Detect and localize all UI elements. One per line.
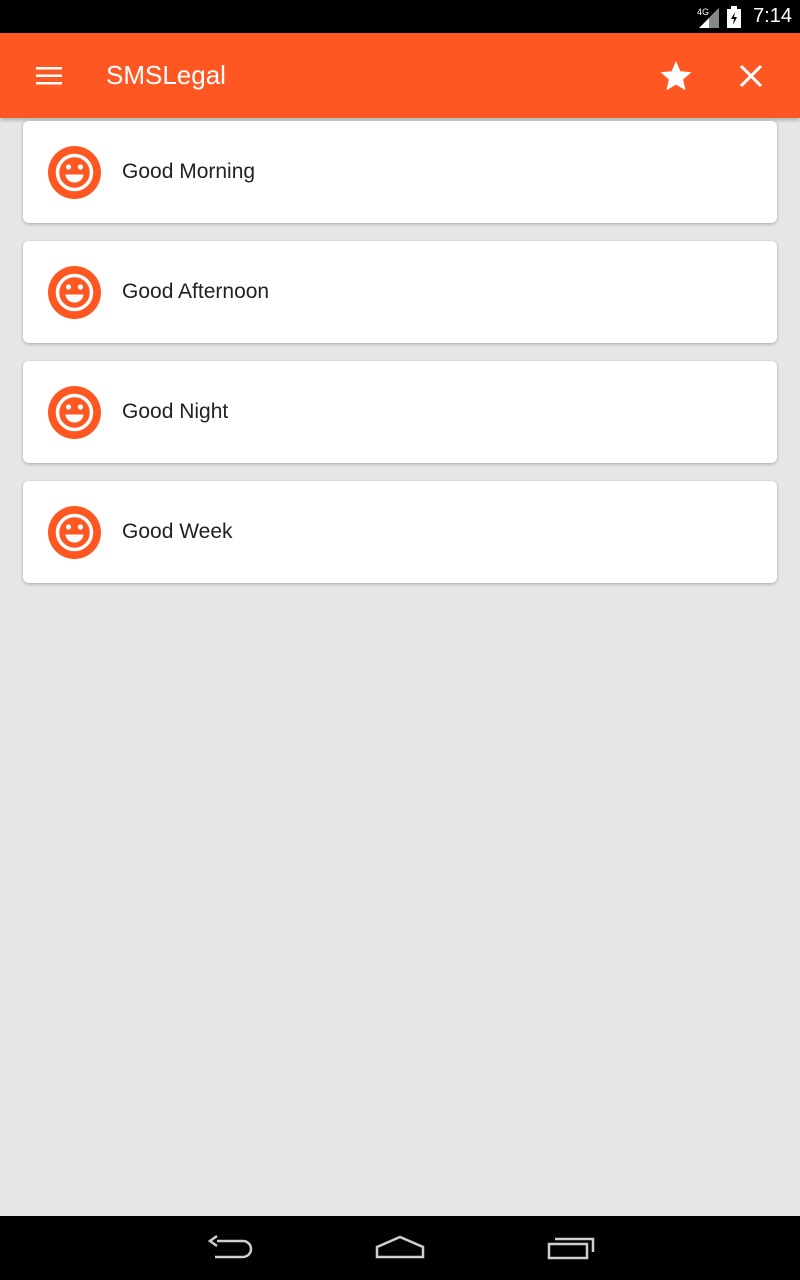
- system-nav-bar: [0, 1216, 800, 1280]
- network-type-label: 4G: [697, 7, 709, 17]
- favorite-button[interactable]: [650, 50, 702, 102]
- list-item-label: Good Morning: [122, 160, 256, 183]
- back-icon: [207, 1235, 253, 1259]
- recents-button[interactable]: [531, 1224, 611, 1272]
- list-item-label: Good Night: [122, 400, 229, 423]
- star-icon: [660, 61, 692, 91]
- menu-icon: [36, 67, 62, 85]
- message-category-list: Good Morning Good Afternoon Good Night G…: [23, 121, 777, 601]
- smiley-icon: [48, 146, 101, 199]
- menu-button[interactable]: [22, 53, 76, 99]
- close-button[interactable]: [725, 50, 777, 102]
- app-title: SMSLegal: [106, 60, 226, 90]
- list-item-label: Good Week: [122, 520, 233, 543]
- status-time: 7:14: [753, 5, 792, 27]
- battery-icon: [727, 5, 742, 28]
- status-icons: 4G 7:14: [697, 0, 792, 33]
- signal-icon: 4G: [697, 7, 720, 28]
- smiley-icon: [48, 506, 101, 559]
- home-icon: [375, 1235, 425, 1259]
- list-item-label: Good Afternoon: [122, 280, 270, 303]
- close-icon: [739, 64, 763, 88]
- back-button[interactable]: [190, 1224, 270, 1272]
- smiley-icon: [48, 386, 101, 439]
- home-button[interactable]: [360, 1224, 440, 1272]
- list-item[interactable]: Good Afternoon: [23, 241, 777, 343]
- status-bar: 4G 7:14: [0, 0, 800, 33]
- list-item[interactable]: Good Week: [23, 481, 777, 583]
- list-item[interactable]: Good Night: [23, 361, 777, 463]
- list-item[interactable]: Good Morning: [23, 121, 777, 223]
- app-bar: SMSLegal: [0, 33, 800, 118]
- recents-icon: [547, 1237, 595, 1260]
- smiley-icon: [48, 266, 101, 319]
